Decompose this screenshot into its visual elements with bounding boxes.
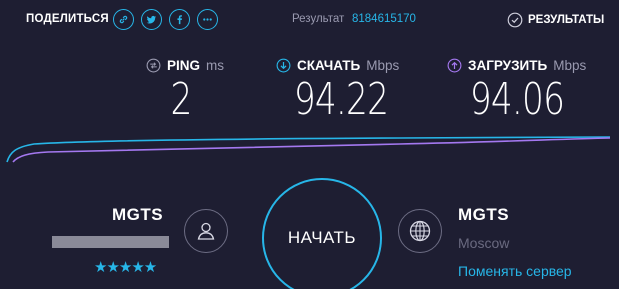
top-bar: ПОДЕЛИТЬСЯ Результат 8184615170 РЕЗУЛЬТА… [0, 0, 619, 38]
globe-icon [409, 220, 431, 242]
isp-rating-stars[interactable]: ★★★★★ [94, 258, 157, 276]
ping-value: 2 [170, 74, 192, 125]
ping-unit: ms [206, 57, 225, 73]
ping-icon [146, 58, 161, 72]
twitter-icon [146, 15, 157, 24]
share-link-button[interactable] [113, 9, 134, 30]
server-name: MGTS [458, 205, 510, 224]
start-test-label: НАЧАТЬ [287, 228, 357, 247]
upload-label: ЗАГРУЗИТЬ [468, 57, 548, 73]
ping-label: PING [167, 57, 201, 73]
result-id-link[interactable]: 8184615170 [352, 13, 416, 25]
more-icon [203, 18, 212, 21]
server-city: Moscow [458, 235, 510, 251]
download-arrow-icon [276, 58, 291, 72]
download-metric: СКАЧАТЬ Mbps 94.22 [276, 52, 416, 132]
results-label: РЕЗУЛЬТАТЫ [528, 14, 605, 26]
download-value: 94.22 [293, 74, 389, 125]
download-label: СКАЧАТЬ [297, 57, 361, 73]
ping-metric: PING ms 2 [146, 52, 246, 132]
upload-unit: Mbps [553, 57, 587, 73]
upload-value: 94.06 [469, 74, 565, 125]
share-more-button[interactable] [197, 9, 218, 30]
result-label: Результат [292, 13, 345, 25]
download-header: СКАЧАТЬ Mbps [276, 56, 399, 74]
upload-header: ЗАГРУЗИТЬ Mbps [447, 56, 586, 74]
upload-arrow-icon [447, 58, 462, 72]
share-twitter-button[interactable] [141, 9, 162, 30]
change-server-link[interactable]: Поменять сервер [458, 263, 572, 279]
isp-name: MGTS [112, 205, 164, 224]
download-unit: Mbps [366, 57, 400, 73]
share-label: ПОДЕЛИТЬСЯ [26, 13, 109, 25]
facebook-icon [177, 15, 182, 25]
ip-address-redacted [52, 236, 169, 248]
user-icon [197, 222, 215, 240]
speed-graph [6, 136, 611, 163]
check-circle-icon [507, 12, 523, 28]
ping-header: PING ms [146, 56, 224, 74]
link-icon [119, 15, 128, 24]
share-facebook-button[interactable] [169, 9, 190, 30]
results-button[interactable]: РЕЗУЛЬТАТЫ [507, 10, 604, 30]
upload-metric: ЗАГРУЗИТЬ Mbps 94.06 [447, 52, 607, 132]
server-globe-circle [398, 209, 442, 253]
start-test-button[interactable]: НАЧАТЬ [262, 178, 382, 289]
isp-user-circle [184, 209, 228, 253]
